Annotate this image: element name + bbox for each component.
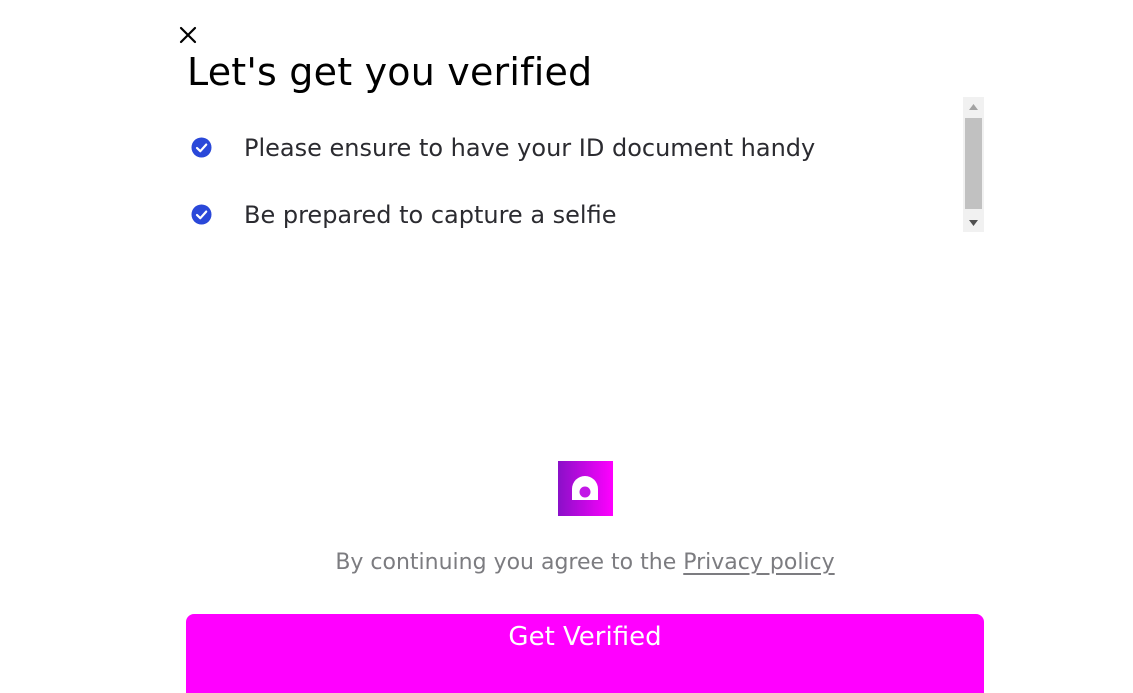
scrollbar[interactable] [963, 97, 984, 232]
consent-text: By continuing you agree to the Privacy p… [0, 550, 1133, 575]
list-item: Please ensure to have your ID document h… [187, 128, 957, 195]
triangle-up-icon [969, 103, 978, 110]
check-circle-icon [191, 204, 212, 225]
list-item-label: Be prepared to capture a selfie [244, 201, 617, 229]
requirements-list: Please ensure to have your ID document h… [187, 128, 957, 262]
get-verified-button[interactable]: Get Verified [186, 614, 984, 693]
scroll-down-button[interactable] [963, 214, 984, 231]
triangle-down-icon [969, 219, 978, 226]
scrollbar-thumb[interactable] [965, 118, 982, 209]
verification-page: Let's get you verified Please ensure to … [0, 0, 1133, 693]
close-icon [179, 26, 197, 44]
consent-prefix: By continuing you agree to the [335, 550, 684, 575]
list-item-label: Please ensure to have your ID document h… [244, 134, 816, 162]
page-title: Let's get you verified [187, 50, 593, 94]
list-item: Be prepared to capture a selfie [187, 195, 957, 262]
privacy-policy-link[interactable]: Privacy policy [683, 550, 834, 575]
brand-logo-icon [558, 461, 613, 516]
close-button[interactable] [177, 24, 199, 46]
check-circle-icon [191, 137, 212, 158]
scroll-up-button[interactable] [963, 98, 984, 115]
